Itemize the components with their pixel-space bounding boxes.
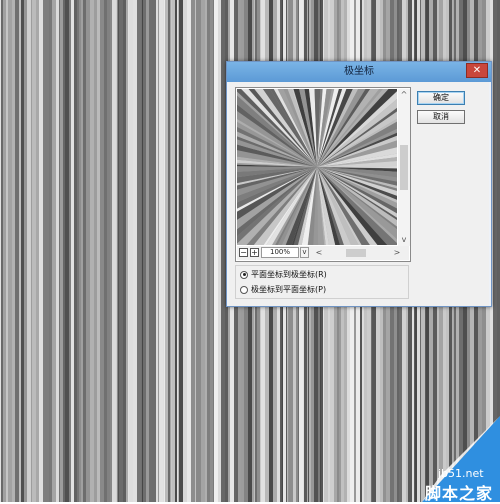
cancel-button[interactable]: 取消 [417,110,465,124]
option-polar-to-rect-label: 极坐标到平面坐标(P) [251,285,327,294]
chevron-down-icon[interactable]: v [398,235,410,245]
option-rect-to-polar[interactable]: 平面坐标到极坐标(R) [240,269,327,281]
radio-rect-to-polar[interactable] [240,270,248,279]
conversion-options: 平面坐标到极坐标(R) 极坐标到平面坐标(P) [235,265,409,299]
dialog-title: 极坐标 [344,66,374,77]
chevron-down-icon: v [302,248,307,256]
preview-toolbar: − + 100% v < > [237,246,409,260]
close-button[interactable]: ✕ [466,63,488,78]
chevron-right-icon[interactable]: > [391,248,403,258]
radio-polar-to-rect[interactable] [240,285,248,294]
vertical-scrollbar[interactable]: ^ v [398,89,410,246]
chevron-up-icon[interactable]: ^ [398,90,410,100]
zoom-level-field[interactable]: 100% [261,247,299,258]
minus-icon: − [240,248,247,257]
option-polar-to-rect[interactable]: 极坐标到平面坐标(P) [240,284,326,296]
dialog-body: ^ v − + 100% v < > 确定 取消 平面坐标到极坐标(R) 极坐标… [229,82,489,306]
close-icon: ✕ [472,65,482,76]
preview-panel[interactable]: ^ v − + 100% v < > [235,87,411,262]
watermark-name: 脚本之家 [425,484,494,503]
zoom-dropdown-button[interactable]: v [300,247,309,258]
title-bar[interactable]: 极坐标 ✕ [227,62,491,82]
horizontal-scroll-thumb[interactable] [346,249,366,257]
option-rect-to-polar-label: 平面坐标到极坐标(R) [251,270,327,279]
ok-button[interactable]: 确定 [417,91,465,105]
plus-icon: + [251,248,258,257]
polar-coordinates-dialog: 极坐标 ✕ ^ v − + 100% v < > 确定 取消 平面坐标到极坐标(… [226,61,492,307]
zoom-out-button[interactable]: − [239,248,248,257]
watermark-site: jb51.net [438,467,484,480]
vertical-scroll-thumb[interactable] [400,145,408,190]
preview-image[interactable] [237,89,397,245]
chevron-left-icon[interactable]: < [313,248,325,258]
zoom-in-button[interactable]: + [250,248,259,257]
horizontal-scrollbar[interactable]: < > [313,247,403,259]
